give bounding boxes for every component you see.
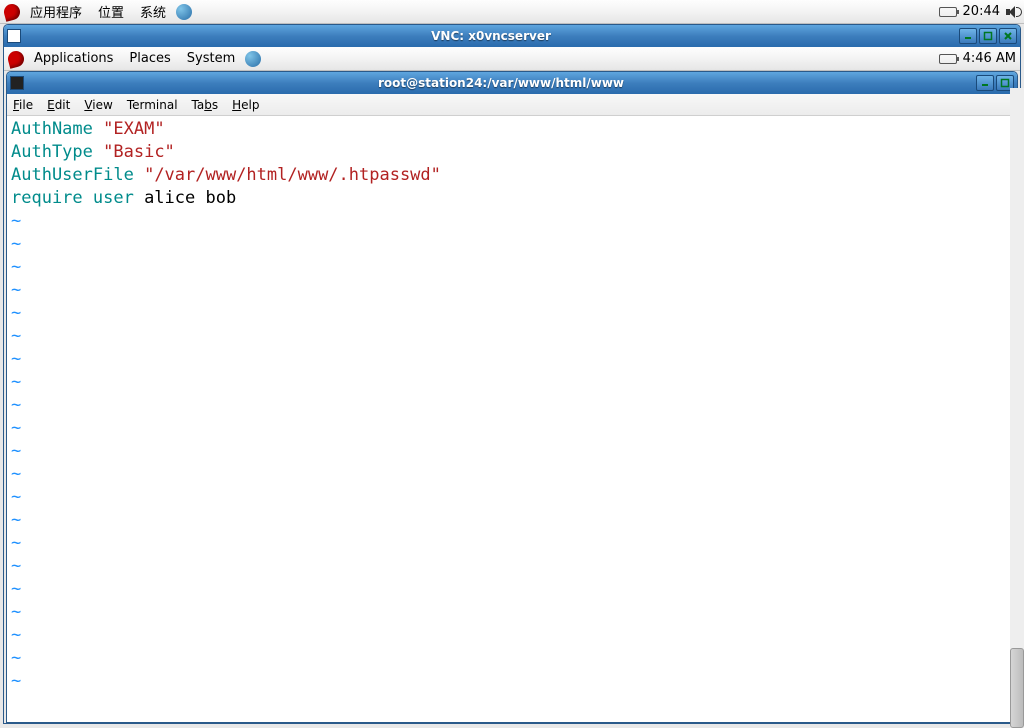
directive-require: require user: [11, 188, 134, 208]
vim-empty-line: ~: [11, 349, 21, 369]
minimize-button[interactable]: [959, 28, 977, 44]
host-gnome-panel: 应用程序 位置 系统 20:44: [0, 0, 1024, 24]
vnc-titlebar[interactable]: VNC: x0vncserver: [4, 25, 1020, 47]
vim-empty-line: ~: [11, 441, 21, 461]
vim-empty-line: ~: [11, 234, 21, 254]
vim-empty-line: ~: [11, 533, 21, 553]
vim-empty-line: ~: [11, 602, 21, 622]
scrollbar[interactable]: [1010, 88, 1021, 724]
terminal-window: root@station24:/var/www/html/www File Ed…: [6, 71, 1018, 723]
remote-menu-applications[interactable]: Applications: [28, 51, 119, 66]
vim-empty-line: ~: [11, 395, 21, 415]
vim-empty-line: ~: [11, 303, 21, 323]
remote-clock: 4:46 AM: [963, 51, 1016, 66]
vim-empty-line: ~: [11, 487, 21, 507]
vim-empty-line: ~: [11, 464, 21, 484]
maximize-button[interactable]: [979, 28, 997, 44]
vim-empty-line: ~: [11, 579, 21, 599]
terminal-window-title: root@station24:/var/www/html/www: [28, 76, 974, 90]
vim-empty-line: ~: [11, 280, 21, 300]
host-menu-applications[interactable]: 应用程序: [24, 2, 88, 21]
menu-help[interactable]: Help: [232, 98, 259, 112]
close-button[interactable]: [999, 28, 1017, 44]
directive-authuserfile: AuthUserFile: [11, 165, 134, 185]
vim-empty-line: ~: [11, 510, 21, 530]
host-clock: 20:44: [963, 4, 1000, 19]
remote-menu-places[interactable]: Places: [123, 51, 176, 66]
vim-empty-line: ~: [11, 257, 21, 277]
terminal-menubar: File Edit View Terminal Tabs Help: [7, 94, 1017, 116]
window-system-icon: [10, 76, 24, 90]
vim-empty-line: ~: [11, 625, 21, 645]
window-system-icon: [7, 29, 21, 43]
value-authuserfile: "/var/www/html/www/.htpasswd": [144, 165, 441, 185]
vim-empty-line: ~: [11, 372, 21, 392]
battery-icon: [939, 54, 957, 64]
value-require-users: alice bob: [134, 188, 236, 208]
vnc-window: VNC: x0vncserver Applications Places Sys…: [3, 24, 1021, 724]
vim-empty-line: ~: [11, 648, 21, 668]
directive-authtype: AuthType: [11, 142, 93, 162]
vim-empty-line: ~: [11, 671, 21, 691]
host-menu-places[interactable]: 位置: [92, 2, 130, 21]
minimize-button[interactable]: [976, 75, 994, 91]
menu-tabs[interactable]: Tabs: [192, 98, 219, 112]
menu-file[interactable]: File: [13, 98, 33, 112]
directive-authname: AuthName: [11, 119, 93, 139]
vim-empty-line: ~: [11, 211, 21, 231]
host-menu-system[interactable]: 系统: [134, 2, 172, 21]
scrollbar-thumb[interactable]: [1010, 648, 1021, 724]
value-authname: "EXAM": [103, 119, 164, 139]
menu-view[interactable]: View: [84, 98, 112, 112]
globe-icon[interactable]: [176, 4, 192, 20]
redhat-icon: [2, 2, 22, 22]
globe-icon[interactable]: [245, 51, 261, 67]
remote-gnome-panel: Applications Places System 4:46 AM: [4, 47, 1020, 71]
terminal-body[interactable]: AuthName "EXAM" AuthType "Basic" AuthUse…: [7, 116, 1017, 722]
menu-terminal[interactable]: Terminal: [127, 98, 178, 112]
remote-desktop: Applications Places System 4:46 AM root@…: [4, 47, 1020, 723]
remote-menu-system[interactable]: System: [181, 51, 241, 66]
vim-empty-line: ~: [11, 326, 21, 346]
vnc-window-title: VNC: x0vncserver: [25, 29, 957, 43]
vim-empty-line: ~: [11, 556, 21, 576]
vim-empty-line: ~: [11, 418, 21, 438]
terminal-titlebar[interactable]: root@station24:/var/www/html/www: [7, 72, 1017, 94]
menu-edit[interactable]: Edit: [47, 98, 70, 112]
redhat-icon: [6, 49, 26, 69]
speaker-icon[interactable]: [1006, 5, 1020, 19]
value-authtype: "Basic": [103, 142, 175, 162]
battery-icon: [939, 7, 957, 17]
